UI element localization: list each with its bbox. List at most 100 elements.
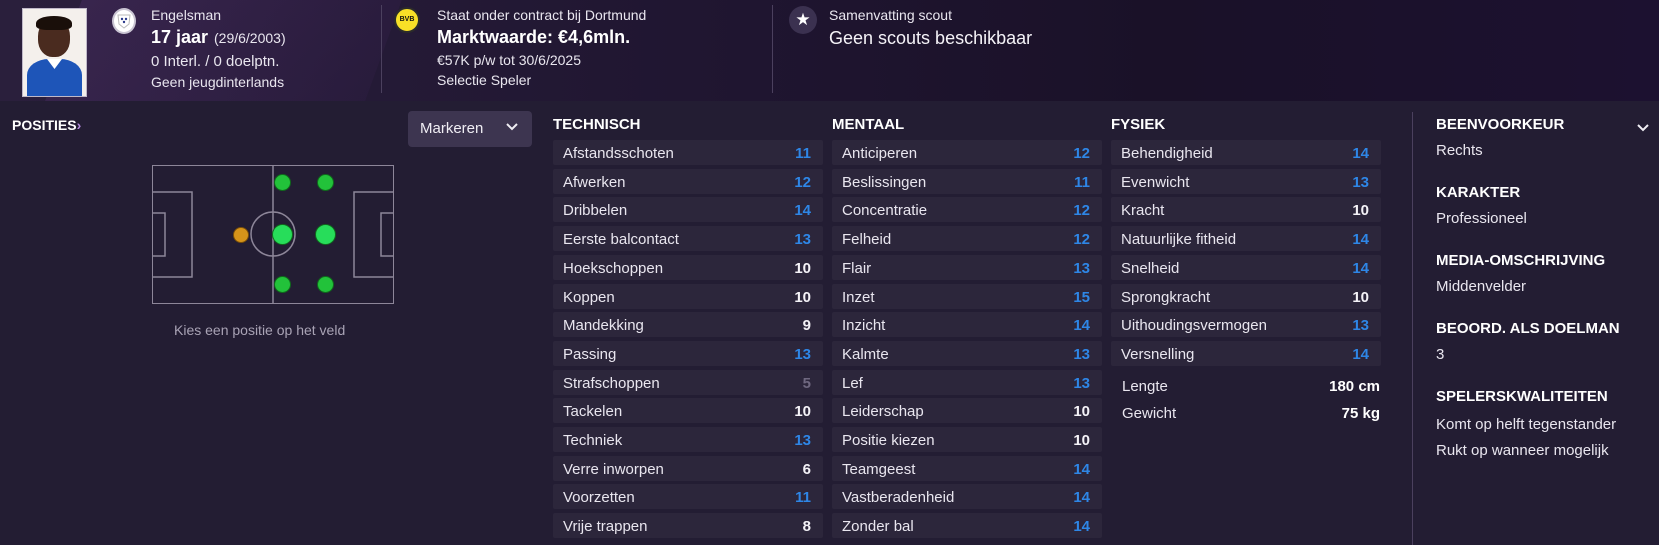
attribute-row[interactable]: Afstandsschoten 11 [553, 140, 823, 165]
wage-contract: €57K p/w tot 30/6/2025 [437, 52, 581, 68]
chevron-down-icon[interactable] [1636, 120, 1650, 139]
attribute-value: 10 [1073, 403, 1090, 421]
market-value: Marktwaarde: €4,6mln. [437, 27, 631, 47]
attribute-row[interactable]: Sprongkracht 10 [1111, 283, 1381, 309]
attribute-row[interactable]: Kracht 10 [1111, 197, 1381, 223]
attribute-row[interactable]: Lef 13 [832, 369, 1102, 395]
attribute-name: Beslissingen [842, 173, 927, 191]
goalkeeper-rating-title: BEOORD. ALS DOELMAN [1436, 320, 1620, 337]
header-divider [772, 5, 773, 93]
attribute-row[interactable]: Behendigheid 14 [1111, 140, 1381, 165]
attribute-name: Uithoudingsvermogen [1121, 317, 1267, 335]
attribute-row[interactable]: Positie kiezen 10 [832, 427, 1102, 452]
attribute-row[interactable]: Vastberadenheid 14 [832, 484, 1102, 510]
attribute-name: Sprongkracht [1121, 288, 1211, 306]
attribute-value: 13 [794, 231, 811, 249]
position-dot[interactable] [315, 224, 336, 245]
media-title: MEDIA-OMSCHRIJVING [1436, 252, 1606, 269]
attribute-name: Natuurlijke fitheid [1121, 231, 1237, 249]
attribute-row[interactable]: Anticiperen 12 [832, 140, 1102, 165]
attribute-row[interactable]: Koppen 10 [553, 283, 823, 309]
player-header: Engelsman 17 jaar (29/6/2003) 0 Interl. … [0, 0, 1659, 101]
attribute-row[interactable]: Natuurlijke fitheid 14 [1111, 226, 1381, 252]
attribute-row[interactable]: Techniek 13 [553, 427, 823, 452]
position-dot[interactable] [274, 276, 291, 293]
attribute-name: Passing [563, 345, 617, 363]
positions-title[interactable]: POSITIES› [12, 117, 81, 133]
attribute-name: Anticiperen [842, 145, 918, 162]
attribute-value: 10 [794, 403, 811, 421]
star-icon: ★ [789, 6, 817, 34]
attribute-name: Inzet [842, 288, 875, 306]
position-pitch[interactable] [151, 164, 394, 304]
attribute-value: 11 [795, 489, 811, 507]
attribute-value: 10 [1073, 432, 1090, 449]
trait-item[interactable]: Komt op helft tegenstander [1436, 416, 1616, 433]
info-divider [1412, 112, 1413, 545]
scout-title: Samenvatting scout [829, 7, 952, 23]
positions-hint: Kies een positie op het veld [174, 322, 346, 338]
attribute-value: 13 [1352, 317, 1369, 335]
attribute-row[interactable]: Zonder bal 14 [832, 513, 1102, 539]
international-caps[interactable]: 0 Interl. / 0 doelptn. [151, 53, 279, 70]
position-dot[interactable] [274, 174, 291, 191]
attribute-row[interactable]: Hoekschoppen 10 [553, 254, 823, 280]
attribute-value: 11 [1074, 173, 1090, 191]
attribute-value: 14 [1352, 231, 1369, 249]
position-dot[interactable] [272, 224, 293, 245]
markeren-dropdown[interactable]: Markeren [408, 111, 532, 147]
attribute-name: Felheid [842, 231, 892, 249]
technical-title: TECHNISCH [553, 116, 641, 133]
attribute-row[interactable]: Inzet 15 [832, 283, 1102, 309]
attribute-row[interactable]: Teamgeest 14 [832, 455, 1102, 481]
weight-label: Gewicht [1122, 405, 1177, 422]
attribute-row[interactable]: Voorzetten 11 [553, 484, 823, 510]
attribute-row[interactable]: Kalmte 13 [832, 340, 1102, 366]
attribute-name: Snelheid [1121, 259, 1180, 277]
nationality: Engelsman [151, 7, 222, 23]
attribute-value: 12 [1073, 231, 1090, 249]
attribute-name: Vastberadenheid [842, 489, 955, 507]
attribute-row[interactable]: Leiderschap 10 [832, 398, 1102, 424]
attribute-name: Teamgeest [842, 460, 916, 478]
attribute-row[interactable]: Snelheid 14 [1111, 254, 1381, 280]
attribute-row[interactable]: Afwerken 12 [553, 168, 823, 194]
attribute-row[interactable]: Eerste balcontact 13 [553, 226, 823, 252]
contract-club[interactable]: Staat onder contract bij Dortmund [437, 7, 646, 23]
attribute-value: 14 [794, 202, 811, 220]
attribute-value: 13 [794, 432, 811, 449]
trait-item[interactable]: Rukt op wanneer mogelijk [1436, 442, 1609, 459]
attribute-row[interactable]: Mandekking 9 [553, 312, 823, 338]
attribute-row[interactable]: Concentratie 12 [832, 197, 1102, 223]
attribute-row[interactable]: Felheid 12 [832, 226, 1102, 252]
attribute-name: Koppen [563, 288, 615, 306]
attribute-row[interactable]: Verre inworpen 6 [553, 455, 823, 481]
physical-title: FYSIEK [1111, 116, 1166, 133]
attribute-name: Zonder bal [842, 518, 914, 536]
attribute-row[interactable]: Inzicht 14 [832, 312, 1102, 338]
attribute-value: 5 [802, 374, 811, 392]
attribute-name: Strafschoppen [563, 374, 660, 392]
attribute-row[interactable]: Tackelen 10 [553, 398, 823, 424]
attribute-row[interactable]: Strafschoppen 5 [553, 369, 823, 395]
attribute-row[interactable]: Passing 13 [553, 340, 823, 366]
attribute-row[interactable]: Evenwicht 13 [1111, 168, 1381, 194]
attribute-row[interactable]: Dribbelen 14 [553, 197, 823, 223]
goalkeeper-rating-value: 3 [1436, 346, 1445, 363]
position-dot[interactable] [233, 227, 249, 243]
attribute-name: Behendigheid [1121, 145, 1213, 162]
header-divider [381, 5, 382, 93]
position-dot[interactable] [317, 276, 334, 293]
dortmund-badge-icon[interactable]: BVB [394, 7, 420, 33]
attribute-name: Inzicht [842, 317, 886, 335]
attribute-row[interactable]: Beslissingen 11 [832, 168, 1102, 194]
attribute-row[interactable]: Flair 13 [832, 254, 1102, 280]
scout-summary: Geen scouts beschikbaar [829, 28, 1033, 48]
attribute-row[interactable]: Vrije trappen 8 [553, 513, 823, 539]
markeren-label: Markeren [420, 120, 484, 137]
player-photo[interactable] [22, 8, 87, 97]
position-dot[interactable] [317, 174, 334, 191]
attribute-row[interactable]: Versnelling 14 [1111, 340, 1381, 366]
attribute-value: 10 [794, 288, 811, 306]
attribute-row[interactable]: Uithoudingsvermogen 13 [1111, 312, 1381, 338]
